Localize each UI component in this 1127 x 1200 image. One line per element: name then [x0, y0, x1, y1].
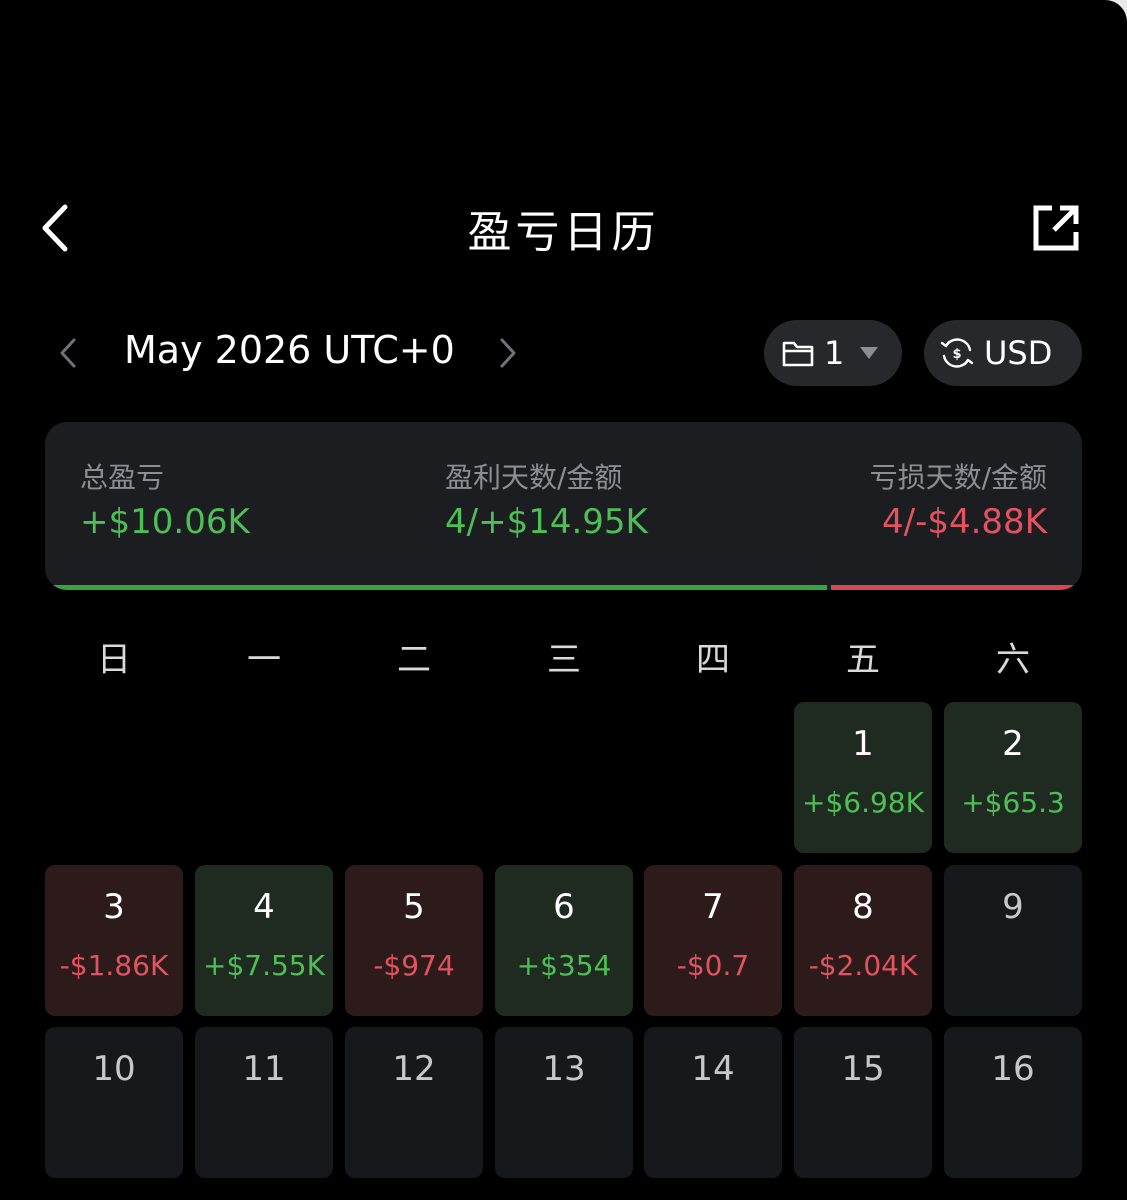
calendar-day-cell[interactable]: 6 +$354 [495, 865, 633, 1016]
loss-days-value: 4/-$4.88K [882, 502, 1047, 542]
day-number: 8 [852, 887, 874, 927]
calendar-day-cell[interactable]: 7 -$0.7 [644, 865, 782, 1016]
day-number: 5 [403, 887, 425, 927]
day-number: 11 [242, 1049, 286, 1089]
calendar-day-cell[interactable]: 12 [345, 1027, 483, 1178]
pnl-summary-card: 总盈亏 +$10.06K 盈利天数/金额 4/+$14.95K 亏损天数/金额 … [45, 422, 1082, 590]
calendar-day-cell[interactable]: 4 +$7.55K [195, 865, 333, 1016]
profit-days-label: 盈利天数/金额 [445, 461, 623, 494]
caret-down-icon [860, 347, 879, 359]
calendar-day-cell[interactable]: 10 [45, 1027, 183, 1178]
day-number: 7 [702, 887, 724, 927]
profit-ratio-segment [45, 585, 827, 590]
calendar-day-cell[interactable]: 8 -$2.04K [794, 865, 932, 1016]
profit-days: 盈利天数/金额 4/+$14.95K [445, 456, 648, 542]
next-month-button[interactable] [490, 330, 526, 376]
calendar-day-cell[interactable]: 9 [944, 865, 1082, 1016]
chevron-left-icon [60, 338, 76, 368]
account-selector[interactable]: 1 [764, 320, 902, 386]
calendar-day-cell[interactable]: 5 -$974 [345, 865, 483, 1016]
calendar-day-cell[interactable]: 1 +$6.98K [794, 702, 932, 853]
loss-ratio-segment [830, 585, 1082, 590]
profit-loss-ratio-bar [45, 585, 1082, 590]
day-number: 14 [691, 1049, 735, 1089]
weekday-label: 二 [397, 640, 431, 680]
account-count: 1 [824, 334, 845, 372]
day-pnl-value: -$974 [373, 949, 455, 982]
svg-text:$: $ [952, 347, 961, 362]
profit-days-value: 4/+$14.95K [445, 502, 648, 542]
day-number: 9 [1002, 887, 1024, 927]
weekday-label: 一 [247, 640, 281, 680]
currency-exchange-icon: $ [940, 338, 974, 368]
total-pnl: 总盈亏 +$10.06K [80, 456, 250, 542]
day-number: 10 [92, 1049, 136, 1089]
weekday-label: 五 [846, 640, 880, 680]
day-number: 3 [103, 887, 125, 927]
loss-days: 亏损天数/金额 4/-$4.88K [870, 456, 1047, 542]
day-pnl-value: +$65.3 [961, 786, 1065, 819]
total-pnl-label: 总盈亏 [80, 461, 165, 494]
loss-days-label: 亏损天数/金额 [869, 461, 1047, 494]
day-number: 13 [542, 1049, 586, 1089]
day-pnl-value: +$354 [516, 949, 612, 982]
day-pnl-value: +$7.55K [203, 949, 325, 982]
day-number: 12 [392, 1049, 436, 1089]
day-number: 4 [253, 887, 275, 927]
weekday-label: 日 [97, 640, 131, 680]
day-pnl-value: +$6.98K [802, 786, 924, 819]
month-label[interactable]: May 2026 UTC+0 [124, 328, 455, 372]
currency-label: USD [984, 334, 1053, 372]
day-number: 15 [841, 1049, 885, 1089]
pnl-calendar-screen: 盈亏日历 May 2026 UTC+0 1 $ USD 总盈亏 +$10.06K… [0, 0, 1127, 1200]
total-pnl-value: +$10.06K [80, 502, 250, 542]
weekday-label: 三 [547, 640, 581, 680]
folder-icon [782, 341, 814, 367]
day-number: 16 [991, 1049, 1035, 1089]
calendar-day-cell[interactable]: 11 [195, 1027, 333, 1178]
currency-selector[interactable]: $ USD [924, 320, 1082, 386]
calendar-day-cell[interactable]: 15 [794, 1027, 932, 1178]
page-title: 盈亏日历 [467, 207, 660, 258]
day-pnl-value: -$2.04K [808, 949, 918, 982]
weekday-label: 四 [696, 640, 730, 680]
day-number: 2 [1002, 724, 1024, 764]
weekday-header: 日一二三四五六 [45, 632, 1082, 682]
day-number: 6 [553, 887, 575, 927]
day-pnl-value: -$0.7 [676, 949, 750, 982]
weekday-label: 六 [996, 640, 1030, 680]
calendar-day-cell[interactable]: 2 +$65.3 [944, 702, 1082, 853]
calendar-day-cell[interactable]: 16 [944, 1027, 1082, 1178]
calendar-day-cell[interactable]: 3 -$1.86K [45, 865, 183, 1016]
prev-month-button[interactable] [50, 330, 86, 376]
chevron-right-icon [500, 338, 516, 368]
day-number: 1 [852, 724, 874, 764]
calendar-day-cell[interactable]: 13 [495, 1027, 633, 1178]
share-button[interactable] [1028, 200, 1084, 256]
calendar-day-cell[interactable]: 14 [644, 1027, 782, 1178]
share-external-icon [1033, 205, 1079, 251]
day-pnl-value: -$1.86K [59, 949, 169, 982]
